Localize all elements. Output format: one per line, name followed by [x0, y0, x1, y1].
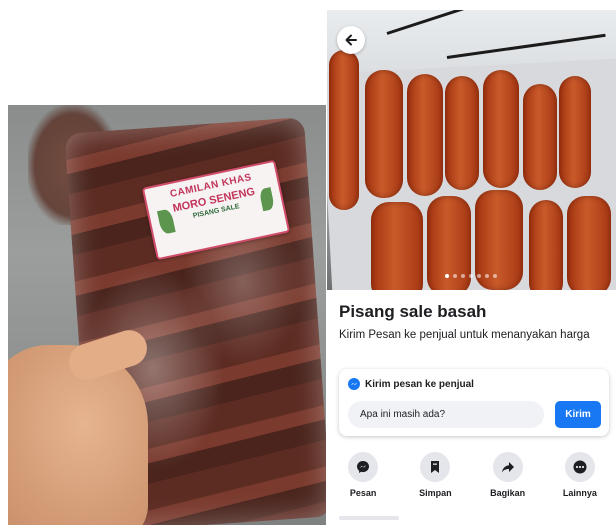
carousel-dot[interactable] — [485, 274, 489, 278]
save-button[interactable]: Simpan — [403, 452, 467, 498]
banana — [529, 200, 563, 290]
share-button[interactable]: Bagikan — [476, 452, 540, 498]
banana — [559, 76, 591, 188]
messenger-icon — [348, 378, 360, 390]
save-button-circle — [420, 452, 451, 482]
share-button-circle — [492, 452, 523, 482]
status-strip — [327, 0, 616, 10]
bookmark-icon — [431, 461, 440, 473]
more-icon — [573, 460, 587, 474]
listing-photo[interactable] — [327, 10, 616, 290]
cable-line — [386, 10, 616, 35]
action-bar: Pesan Simpan Bagikan Lainnya — [327, 452, 616, 498]
marketplace-listing-screen: Pisang sale basah Kirim Pesan ke penjual… — [327, 0, 616, 525]
carousel-dot[interactable] — [445, 274, 449, 278]
product-photo-hand: CAMILAN KHAS MORO SENENG PISANG SALE — [8, 105, 326, 525]
banana — [407, 74, 443, 196]
carousel-dot[interactable] — [477, 274, 481, 278]
listing-subtitle: Kirim Pesan ke penjual untuk menanyakan … — [339, 329, 590, 341]
message-button[interactable]: Pesan — [331, 452, 395, 498]
more-button[interactable]: Lainnya — [548, 452, 612, 498]
share-button-label: Bagikan — [490, 488, 526, 498]
listing-title: Pisang sale basah — [339, 302, 487, 321]
carousel-dot[interactable] — [469, 274, 473, 278]
message-button-label: Pesan — [349, 488, 377, 498]
banana — [371, 202, 423, 290]
message-input[interactable] — [348, 401, 544, 428]
send-button[interactable]: Kirim — [555, 401, 601, 428]
cable-line — [446, 33, 606, 59]
message-seller-card: Kirim pesan ke penjual Kirim — [339, 369, 609, 436]
share-icon — [501, 462, 514, 473]
message-card-title: Kirim pesan ke penjual — [365, 378, 474, 390]
carousel-dot[interactable] — [493, 274, 497, 278]
message-button-circle — [348, 452, 379, 482]
arrow-left-icon — [345, 34, 357, 46]
carousel-indicator[interactable] — [445, 274, 497, 278]
banana — [523, 84, 557, 190]
save-button-label: Simpan — [419, 488, 452, 498]
banana — [567, 196, 611, 290]
banana — [483, 70, 519, 188]
carousel-dot[interactable] — [453, 274, 457, 278]
banana — [365, 70, 403, 198]
messenger-icon — [357, 461, 370, 473]
carousel-dot[interactable] — [461, 274, 465, 278]
next-section-hint — [339, 516, 399, 520]
message-card-header: Kirim pesan ke penjual — [348, 378, 474, 390]
more-button-label: Lainnya — [562, 488, 597, 498]
banana — [445, 76, 479, 190]
banana — [329, 50, 359, 210]
back-button[interactable] — [337, 26, 365, 54]
more-button-circle — [564, 452, 595, 482]
